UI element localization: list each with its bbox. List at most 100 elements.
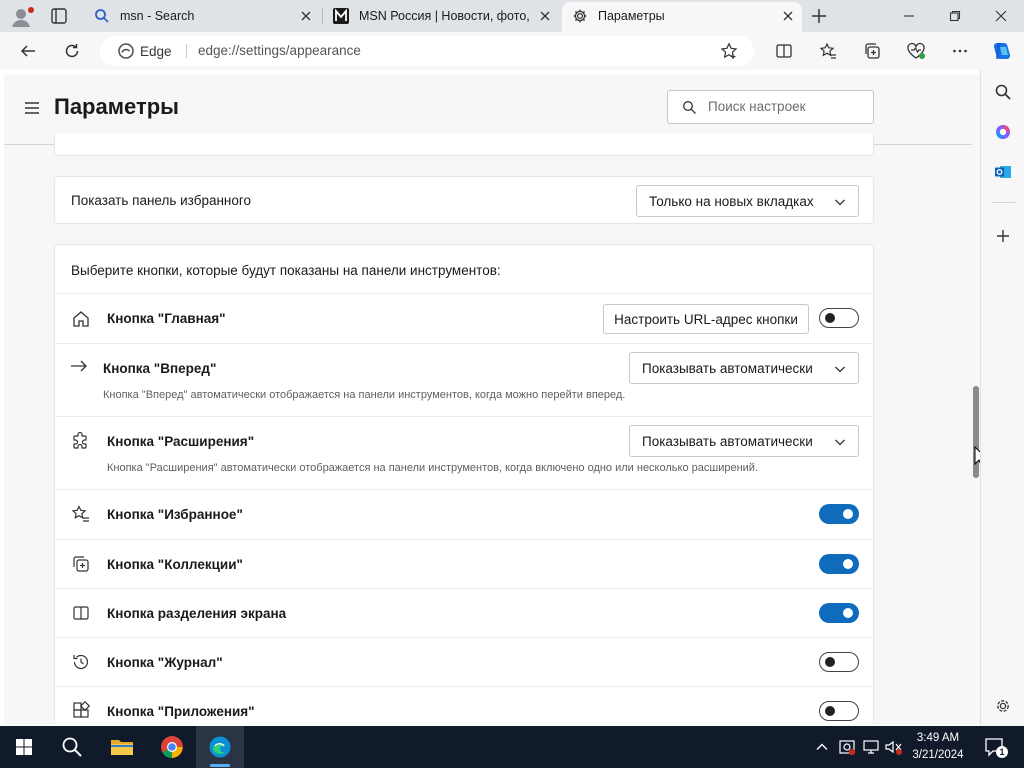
edge-sidebar <box>980 70 1024 726</box>
tab-msn-search[interactable]: msn - Search <box>84 0 320 32</box>
hamburger-menu-icon[interactable] <box>22 98 42 118</box>
refresh-button[interactable] <box>56 35 88 67</box>
section-heading: Выберите кнопки, которые будут показаны … <box>71 263 501 278</box>
row-label: Кнопка "Коллекции" <box>107 557 243 572</box>
display-icon[interactable] <box>862 738 880 756</box>
sidebar-outlook-button[interactable] <box>989 158 1017 186</box>
profile-avatar[interactable] <box>8 4 36 30</box>
copilot-button[interactable] <box>986 35 1018 67</box>
settings-page: Параметры Показать панель избранного Тол… <box>4 74 980 724</box>
start-button[interactable] <box>0 726 48 768</box>
site-identity[interactable]: Edge <box>118 43 172 59</box>
extensions-button-dropdown[interactable]: Показывать автоматически <box>629 425 859 457</box>
apps-icon <box>71 701 91 721</box>
row-label: Кнопка "Главная" <box>107 311 226 326</box>
close-icon[interactable] <box>537 8 553 24</box>
address-separator <box>186 44 187 58</box>
split-screen-button-row: Кнопка разделения экрана <box>55 589 873 638</box>
chrome-icon[interactable] <box>148 726 196 768</box>
collections-button-toggle[interactable] <box>819 554 859 574</box>
row-label: Кнопка "Приложения" <box>107 704 255 719</box>
chevron-down-icon <box>834 363 846 375</box>
chevron-down-icon <box>834 436 846 448</box>
tab-msn-russia[interactable]: MSN Россия | Новости, фото, п <box>323 0 559 32</box>
dropdown-value: Только на новых вкладках <box>649 193 814 209</box>
page-scrollbar[interactable] <box>972 74 980 724</box>
notification-count-badge: 1 <box>996 746 1008 758</box>
dropdown-value: Показывать автоматически <box>642 433 813 449</box>
history-button-toggle[interactable] <box>819 652 859 672</box>
collections-button[interactable] <box>856 35 888 67</box>
tab-title: Параметры <box>598 9 665 23</box>
favorites-bar-dropdown[interactable]: Только на новых вкладках <box>636 185 859 217</box>
home-icon <box>71 309 91 329</box>
home-button-toggle[interactable] <box>819 308 859 328</box>
tab-strip: msn - Search MSN Россия | Новости, фото,… <box>0 0 1024 32</box>
windows-taskbar: 3:49 AM 3/21/2024 1 <box>0 726 1024 768</box>
dropdown-value: Показывать автоматически <box>642 360 813 376</box>
search-icon <box>682 100 697 115</box>
forward-button-row: Кнопка "Вперед" Кнопка "Вперед" автомати… <box>55 344 873 416</box>
split-screen-icon <box>71 603 91 623</box>
file-explorer-icon[interactable] <box>98 726 146 768</box>
volume-muted-icon[interactable] <box>884 738 904 756</box>
settings-search[interactable] <box>667 90 874 124</box>
row-label: Кнопка "Журнал" <box>107 655 223 670</box>
network-status-icon[interactable] <box>838 738 856 756</box>
sidebar-search-button[interactable] <box>989 78 1017 106</box>
row-label: Кнопка "Вперед" <box>103 361 217 376</box>
split-screen-button[interactable] <box>768 35 800 67</box>
sidebar-settings-button[interactable] <box>989 692 1017 720</box>
forward-button-dropdown[interactable]: Показывать автоматически <box>629 352 859 384</box>
close-icon[interactable] <box>780 8 796 24</box>
favorites-bar-card: Показать панель избранного Только на нов… <box>54 176 874 224</box>
more-menu-button[interactable] <box>944 35 976 67</box>
system-clock[interactable]: 3:49 AM 3/21/2024 <box>906 730 970 764</box>
minimize-button[interactable] <box>886 0 932 32</box>
new-tab-button[interactable] <box>808 6 830 26</box>
tab-settings[interactable]: Параметры <box>562 2 802 32</box>
apps-button-toggle[interactable] <box>819 701 859 721</box>
url-text[interactable]: edge://settings/appearance <box>198 43 361 58</box>
history-button-row: Кнопка "Журнал" <box>55 638 873 687</box>
collections-icon <box>71 554 91 574</box>
row-label: Кнопка "Избранное" <box>107 507 243 522</box>
favorites-button[interactable] <box>812 35 844 67</box>
close-window-button[interactable] <box>978 0 1024 32</box>
notification-center-button[interactable]: 1 <box>984 736 1008 758</box>
sidebar-add-button[interactable] <box>989 222 1017 250</box>
msn-icon <box>333 8 349 24</box>
add-favorite-icon[interactable] <box>720 42 738 60</box>
tab-title: MSN Россия | Новости, фото, п <box>359 9 533 23</box>
close-icon[interactable] <box>298 8 314 24</box>
sidebar-office-button[interactable] <box>989 118 1017 146</box>
address-bar[interactable]: Edge edge://settings/appearance <box>100 36 754 66</box>
split-screen-button-toggle[interactable] <box>819 603 859 623</box>
page-title: Параметры <box>54 94 179 119</box>
configure-home-url-button[interactable]: Настроить URL-адрес кнопки <box>603 304 809 334</box>
clock-date: 3/21/2024 <box>912 749 964 761</box>
edge-icon <box>118 43 134 59</box>
back-button[interactable] <box>12 35 44 67</box>
collections-button-row: Кнопка "Коллекции" <box>55 540 873 589</box>
forward-arrow-icon <box>69 356 89 376</box>
restore-button[interactable] <box>932 0 978 32</box>
row-label: Кнопка "Расширения" <box>107 434 255 449</box>
clock-time: 3:49 AM <box>916 732 960 744</box>
tab-actions-icon[interactable] <box>48 6 70 26</box>
extensions-button-row: Кнопка "Расширения" Кнопка "Расширения" … <box>55 417 873 489</box>
active-app-indicator <box>210 764 230 767</box>
favorites-button-toggle[interactable] <box>819 504 859 524</box>
favorites-bar-label: Показать панель избранного <box>71 193 252 208</box>
edge-taskbar-icon[interactable] <box>196 726 244 768</box>
history-icon <box>71 652 91 672</box>
taskbar-search-button[interactable] <box>48 726 96 768</box>
gear-icon <box>572 8 588 24</box>
tab-title: msn - Search <box>120 9 195 23</box>
row-label: Кнопка разделения экрана <box>107 606 287 621</box>
search-input[interactable] <box>708 99 858 114</box>
search-icon <box>94 8 110 24</box>
browser-toolbar: Edge edge://settings/appearance <box>0 32 1024 70</box>
browser-essentials-button[interactable] <box>900 35 932 67</box>
chevron-up-icon[interactable] <box>814 739 830 755</box>
